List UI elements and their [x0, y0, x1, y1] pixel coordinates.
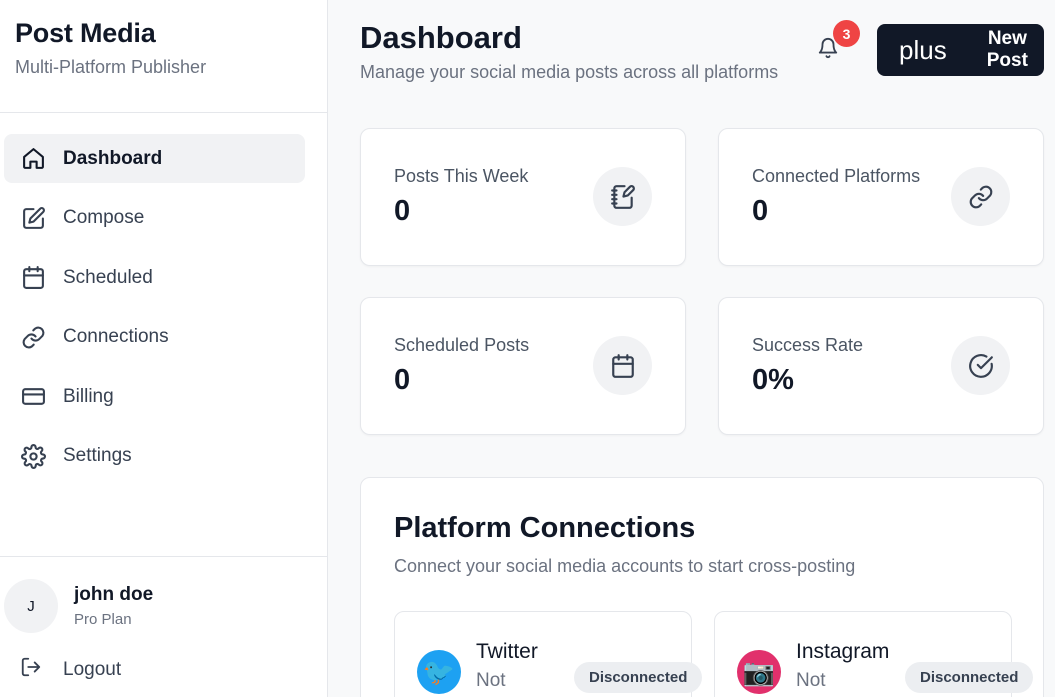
- brand-title: Post Media: [15, 18, 156, 48]
- user-plan: Pro Plan: [74, 611, 132, 628]
- stat-value: 0%: [752, 364, 794, 396]
- twitter-logo-icon: 🐦: [417, 650, 461, 694]
- plus-icon: plus: [899, 35, 947, 65]
- sidebar-item-label: Connections: [63, 326, 169, 347]
- sidebar-item-billing[interactable]: Billing: [4, 372, 305, 421]
- sidebar-item-label: Scheduled: [63, 266, 153, 288]
- sidebar-item-scheduled[interactable]: Scheduled: [4, 253, 305, 302]
- sidebar: Post Media Multi-Platform Publisher Dash…: [0, 0, 328, 697]
- avatar: J: [4, 579, 58, 633]
- stat-card-posts-this-week: Posts This Week 0: [360, 128, 686, 266]
- platform-card-instagram[interactable]: 📷 Instagram Not Disconnected: [714, 611, 1034, 697]
- user-profile[interactable]: J john doe Pro Plan: [4, 579, 153, 633]
- sidebar-item-label: Billing: [63, 385, 114, 407]
- sidebar-divider: [0, 112, 327, 113]
- sidebar-item-settings[interactable]: Settings: [4, 432, 305, 481]
- edit-icon: [20, 205, 46, 231]
- sidebar-item-compose[interactable]: Compose: [4, 194, 305, 243]
- new-post-label: New Post: [986, 28, 1028, 71]
- status-badge: Disconnected: [905, 662, 1034, 693]
- calendar-icon: [593, 336, 652, 395]
- sidebar-nav: Dashboard Compose Scheduled Connections …: [4, 134, 305, 491]
- stat-value: 0: [394, 364, 411, 396]
- gear-icon: [20, 443, 46, 469]
- sidebar-item-dashboard[interactable]: Dashboard: [4, 134, 305, 183]
- section-title: Platform Connections: [394, 512, 696, 544]
- stat-label: Posts This Week: [394, 166, 529, 186]
- notebook-pen-icon: [593, 167, 652, 226]
- platform-card-twitter[interactable]: 🐦 Twitter Not Disconnected: [394, 611, 703, 697]
- sidebar-item-label: Dashboard: [63, 147, 163, 169]
- platform-status: Not: [476, 670, 506, 691]
- user-info: john doe Pro Plan: [74, 584, 153, 628]
- user-name: john doe: [74, 584, 154, 605]
- platform-status: Not: [796, 670, 826, 691]
- calendar-icon: [20, 265, 46, 291]
- platform-name: Instagram: [796, 640, 890, 663]
- stat-label: Success Rate: [752, 335, 864, 355]
- notification-badge: 3: [833, 20, 860, 47]
- stat-card-success-rate: Success Rate 0%: [718, 297, 1044, 435]
- stat-label: Scheduled Posts: [394, 335, 530, 355]
- platform-name: Twitter: [476, 640, 538, 663]
- page-title: Dashboard: [360, 20, 522, 55]
- check-circle-icon: [951, 336, 1010, 395]
- link-icon: [20, 324, 46, 350]
- sidebar-divider: [0, 556, 327, 557]
- brand: Post Media Multi-Platform Publisher: [15, 18, 206, 78]
- stat-label: Connected Platforms: [752, 166, 921, 186]
- brand-subtitle: Multi-Platform Publisher: [15, 57, 207, 77]
- credit-card-icon: [20, 384, 46, 410]
- home-icon: [20, 146, 46, 172]
- stat-value: 0: [752, 195, 769, 227]
- instagram-logo-icon: 📷: [737, 650, 781, 694]
- new-post-button[interactable]: plus New Post: [877, 24, 1044, 76]
- platform-connections-panel: Platform Connections Connect your social…: [360, 477, 1044, 697]
- logout-icon: [20, 656, 42, 683]
- status-badge: Disconnected: [574, 662, 703, 693]
- link-icon: [951, 167, 1010, 226]
- stat-value: 0: [394, 195, 411, 227]
- logout-button[interactable]: Logout: [20, 656, 121, 683]
- stat-card-connected-platforms: Connected Platforms 0: [718, 128, 1044, 266]
- sidebar-item-label: Settings: [63, 445, 132, 466]
- stat-card-scheduled-posts: Scheduled Posts 0: [360, 297, 686, 435]
- page-subtitle: Manage your social media posts across al…: [360, 62, 779, 82]
- section-subtitle: Connect your social media accounts to st…: [394, 556, 856, 576]
- sidebar-item-connections[interactable]: Connections: [4, 313, 305, 362]
- sidebar-item-label: Compose: [63, 207, 145, 228]
- logout-label: Logout: [63, 658, 122, 680]
